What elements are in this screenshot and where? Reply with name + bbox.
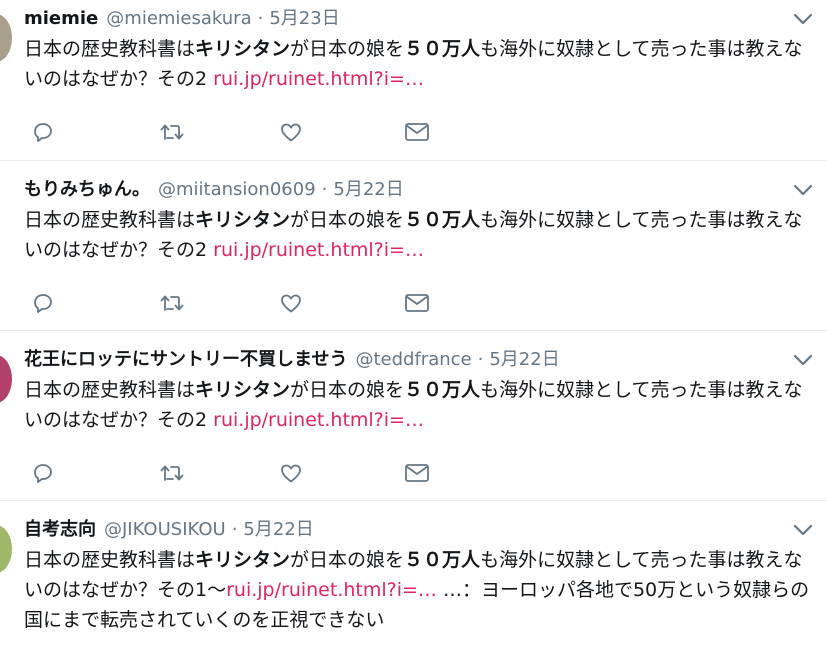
text-part: 日本の歴史教科書は [24,549,196,571]
reply-icon [34,123,52,142]
text-bold: キリシタン [195,38,291,60]
reply-button[interactable] [30,119,56,145]
text-part: 日本の歴史教科書は [24,379,196,401]
retweet-icon [160,465,184,481]
retweet-button[interactable] [159,290,185,316]
text-bold: ５０万人 [404,379,481,401]
avatar[interactable] [0,525,12,573]
retweet-button[interactable] [159,119,185,145]
message-button[interactable] [404,290,430,316]
message-button[interactable] [404,460,430,486]
reply-button[interactable] [30,290,56,316]
tweet-text: 日本の歴史教科書はキリシタンが日本の娘を５０万人も海外に奴隷として売った事は教え… [24,545,814,635]
user-handle[interactable]: @miitansion0609 [158,179,316,200]
reply-icon [34,294,52,313]
user-name[interactable]: 花王にロッテにサントリー不買しませう [24,349,347,370]
like-button[interactable] [278,290,304,316]
text-bold: キリシタン [195,379,291,401]
tweet-text: 日本の歴史教科書はキリシタンが日本の娘を５０万人も海外に奴隷として売った事は教え… [24,34,814,94]
separator-dot: · [321,179,328,200]
tweet-date[interactable]: 5月23日 [269,8,339,29]
tweet-date[interactable]: 5月22日 [333,179,403,200]
avatar[interactable] [0,14,12,62]
tweet-actions [30,460,450,486]
tweet[interactable]: 自考志向 @JIKOUSIKOU · 5月22日 日本の歴史教科書はキリシタンが日本の… [0,511,827,649]
user-handle[interactable]: @miemiesakura [106,8,251,29]
separator-dot: · [477,349,484,370]
user-name[interactable]: miemie [24,8,98,29]
text-bold: ５０万人 [404,549,481,571]
tweet-header: 花王にロッテにサントリー不買しませう @teddfrance · 5月22日 [24,347,560,373]
tweet-header: もりみちゅん。 @miitansion0609 · 5月22日 [24,177,404,203]
caret-down-icon[interactable] [793,353,813,367]
like-button[interactable] [278,460,304,486]
tweet-header: miemie @miemiesakura · 5月23日 [24,6,340,32]
tweet-link[interactable]: rui.jp/ruinet.html?i=… [213,239,424,261]
like-button[interactable] [278,119,304,145]
text-bold: キリシタン [195,209,291,231]
caret-down-icon[interactable] [793,523,813,537]
avatar[interactable] [0,355,12,403]
tweet-actions [30,290,450,316]
tweet[interactable]: miemie @miemiesakura · 5月23日 日本の歴史教科書はキリシタン… [0,0,827,161]
message-button[interactable] [404,119,430,145]
user-handle[interactable]: @teddfrance [355,349,471,370]
tweet-text: 日本の歴史教科書はキリシタンが日本の娘を５０万人も海外に奴隷として売った事は教え… [24,205,814,265]
user-name[interactable]: もりみちゅん。 [24,179,150,200]
tweet-text: 日本の歴史教科書はキリシタンが日本の娘を５０万人も海外に奴隷として売った事は教え… [24,375,814,435]
message-icon [405,464,429,482]
reply-icon [34,464,52,483]
user-name[interactable]: 自考志向 [24,519,96,540]
caret-down-icon[interactable] [793,12,813,26]
tweet-actions [30,119,450,145]
like-icon [281,464,301,483]
text-bold: ５０万人 [404,38,481,60]
retweet-button[interactable] [159,460,185,486]
text-part: が日本の娘を [290,379,405,401]
separator-dot: · [231,519,238,540]
user-handle[interactable]: @JIKOUSIKOU [104,519,226,540]
tweet-link[interactable]: rui.jp/ruinet.html?i=… [213,409,424,431]
tweet-date[interactable]: 5月22日 [243,519,313,540]
text-part: が日本の娘を [290,549,405,571]
message-icon [405,294,429,312]
tweet-link[interactable]: rui.jp/ruinet.html?i=… [213,68,424,90]
tweet-header: 自考志向 @JIKOUSIKOU · 5月22日 [24,517,314,543]
text-bold: キリシタン [195,549,291,571]
text-part: が日本の娘を [290,38,405,60]
text-part: が日本の娘を [290,209,405,231]
reply-button[interactable] [30,460,56,486]
tweet[interactable]: 花王にロッテにサントリー不買しませう @teddfrance · 5月22日 日本の歴… [0,341,827,501]
tweet-date[interactable]: 5月22日 [489,349,559,370]
message-icon [405,123,429,141]
separator-dot: · [257,8,264,29]
text-bold: ５０万人 [404,209,481,231]
like-icon [281,294,301,313]
tweet-link[interactable]: rui.jp/ruinet.html?i=… [226,579,437,601]
caret-down-icon[interactable] [793,183,813,197]
tweet[interactable]: もりみちゅん。 @miitansion0609 · 5月22日 日本の歴史教科書はキリ… [0,171,827,331]
retweet-icon [160,124,184,140]
retweet-icon [160,295,184,311]
text-part: 日本の歴史教科書は [24,38,196,60]
text-part: 日本の歴史教科書は [24,209,196,231]
like-icon [281,123,301,142]
